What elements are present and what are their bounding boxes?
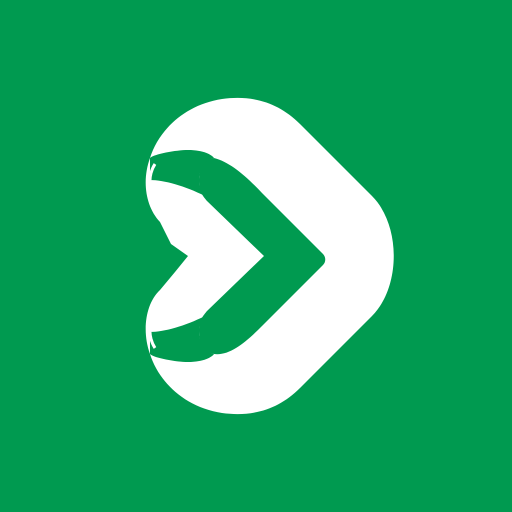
heart-play-logo-icon [145, 97, 394, 415]
app-icon [0, 0, 512, 512]
